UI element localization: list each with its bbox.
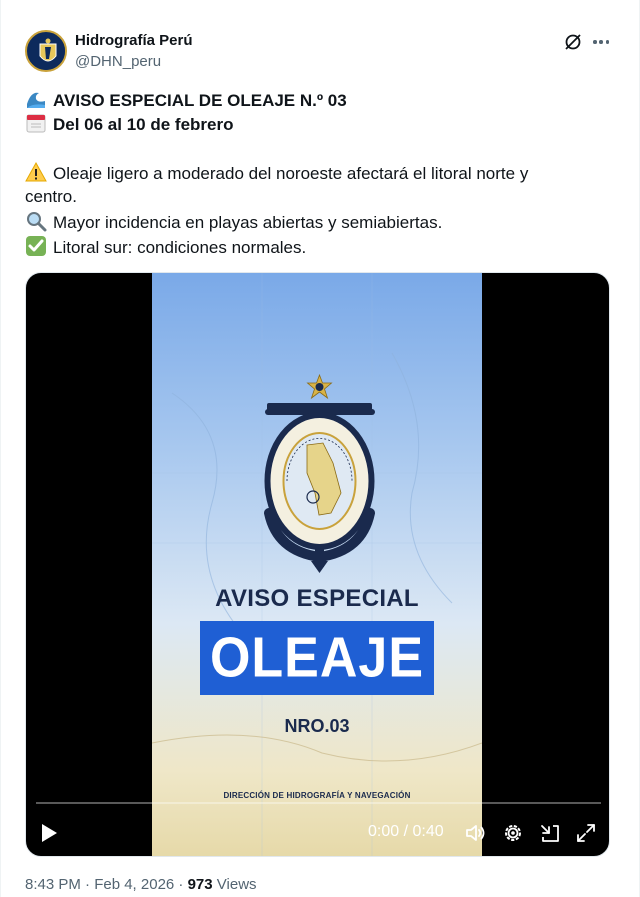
- video-player[interactable]: AVISO ESPECIAL OLEAJE NRO.03 DIRECCIÓN D…: [25, 272, 610, 857]
- grok-icon[interactable]: [563, 32, 583, 52]
- warning-emoji: [25, 161, 47, 182]
- tweet-card: Hidrografía Perú @DHN_peru AVISO ESPECIA…: [0, 0, 640, 897]
- tweet-timestamp[interactable]: 8:43 PM · Feb 4, 2026 ·: [25, 876, 188, 893]
- play-icon[interactable]: [40, 823, 58, 843]
- tweet-line-title: AVISO ESPECIAL DE OLEAJE N.º 03: [25, 88, 347, 113]
- video-frame[interactable]: AVISO ESPECIAL OLEAJE NRO.03 DIRECCIÓN D…: [152, 273, 482, 856]
- tweet-incidence-text: Mayor incidencia en playas abiertas y se…: [53, 213, 443, 232]
- tweet-title-text: AVISO ESPECIAL DE OLEAJE N.º 03: [53, 91, 347, 110]
- tweet-line-warning: Oleaje ligero a moderado del noroeste af…: [25, 161, 528, 186]
- fullscreen-icon[interactable]: [575, 822, 597, 844]
- tweet-south-text: Litoral sur: condiciones normales.: [53, 238, 307, 257]
- more-icon[interactable]: [591, 32, 611, 52]
- tweet-line-warning-cont: centro.: [25, 187, 77, 206]
- volume-icon[interactable]: [464, 822, 486, 844]
- dhn-emblem: [264, 373, 375, 573]
- settings-icon[interactable]: [502, 822, 524, 844]
- views-count: 973: [187, 876, 213, 893]
- video-title-small: AVISO ESPECIAL: [215, 585, 419, 612]
- video-time: 0:00 / 0:40: [368, 823, 444, 840]
- magnifier-emoji: [27, 212, 47, 232]
- tweet-meta: 8:43 PM · Feb 4, 2026 · 973 Views: [25, 876, 257, 893]
- video-progress-bar[interactable]: [36, 802, 601, 804]
- tweet-dates-text: Del 06 al 10 de febrero: [53, 115, 234, 134]
- check-emoji: [26, 236, 46, 256]
- tweet-warning-text: Oleaje ligero a moderado del noroeste af…: [53, 164, 529, 183]
- author-handle[interactable]: @DHN_peru: [75, 53, 161, 70]
- tweet-line-incidence: Mayor incidencia en playas abiertas y se…: [25, 210, 442, 235]
- views-label: Views: [212, 876, 257, 893]
- video-number: NRO.03: [284, 716, 350, 736]
- author-name[interactable]: Hidrografía Perú: [75, 32, 193, 49]
- tweet-line-south: Litoral sur: condiciones normales.: [25, 235, 306, 260]
- avatar[interactable]: [25, 30, 67, 72]
- wave-emoji: [26, 89, 46, 109]
- video-controls: 0:00 / 0:40: [26, 817, 609, 849]
- minimize-icon[interactable]: [539, 822, 561, 844]
- tweet-line-dates: Del 06 al 10 de febrero: [25, 112, 233, 137]
- video-title-big: OLEAJE: [209, 626, 425, 690]
- video-credit: DIRECCIÓN DE HIDROGRAFÍA Y NAVEGACIÓN: [223, 791, 411, 800]
- video-title-banner: OLEAJE: [200, 621, 434, 695]
- calendar-emoji: [26, 114, 46, 133]
